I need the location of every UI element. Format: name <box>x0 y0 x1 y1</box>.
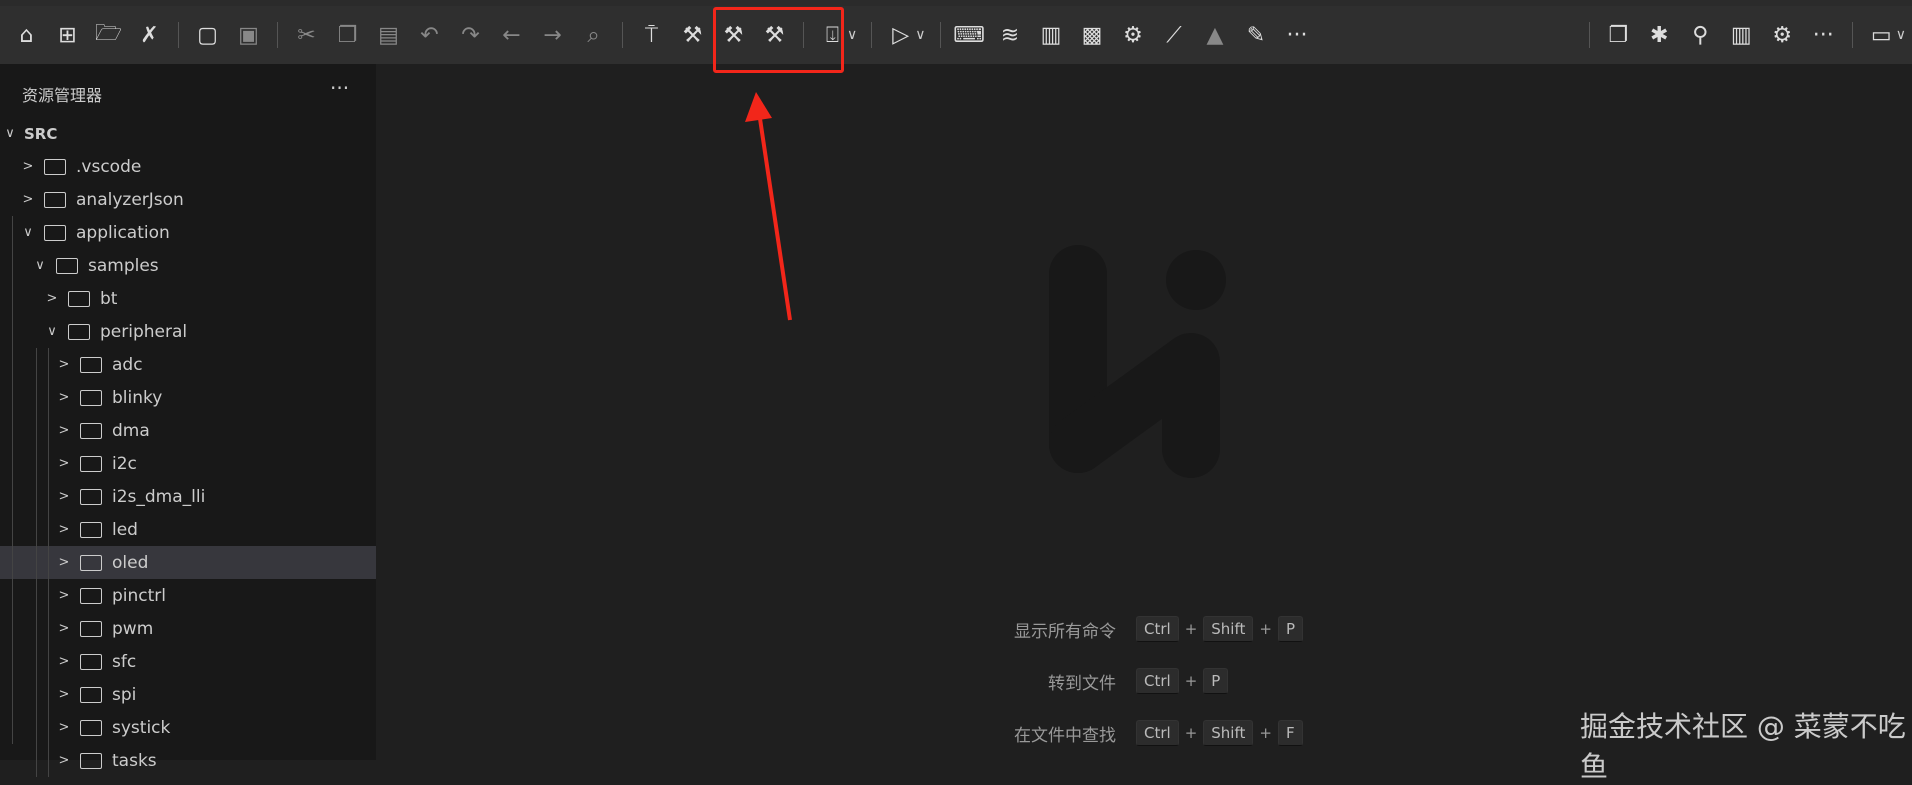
watermark: 掘金技术社区 @ 菜蒙不吃鱼 <box>1580 710 1906 783</box>
annotation-arrow <box>745 92 792 321</box>
